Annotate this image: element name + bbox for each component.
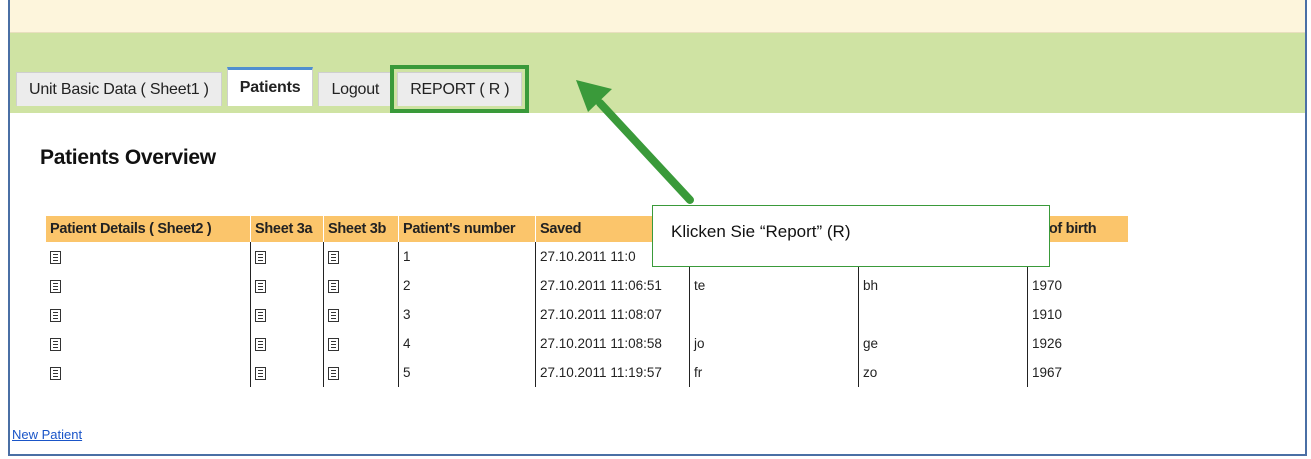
arrow-shaft bbox=[596, 99, 694, 204]
instruction-callout: Klicken Sie “Report” (R) bbox=[652, 205, 1050, 267]
